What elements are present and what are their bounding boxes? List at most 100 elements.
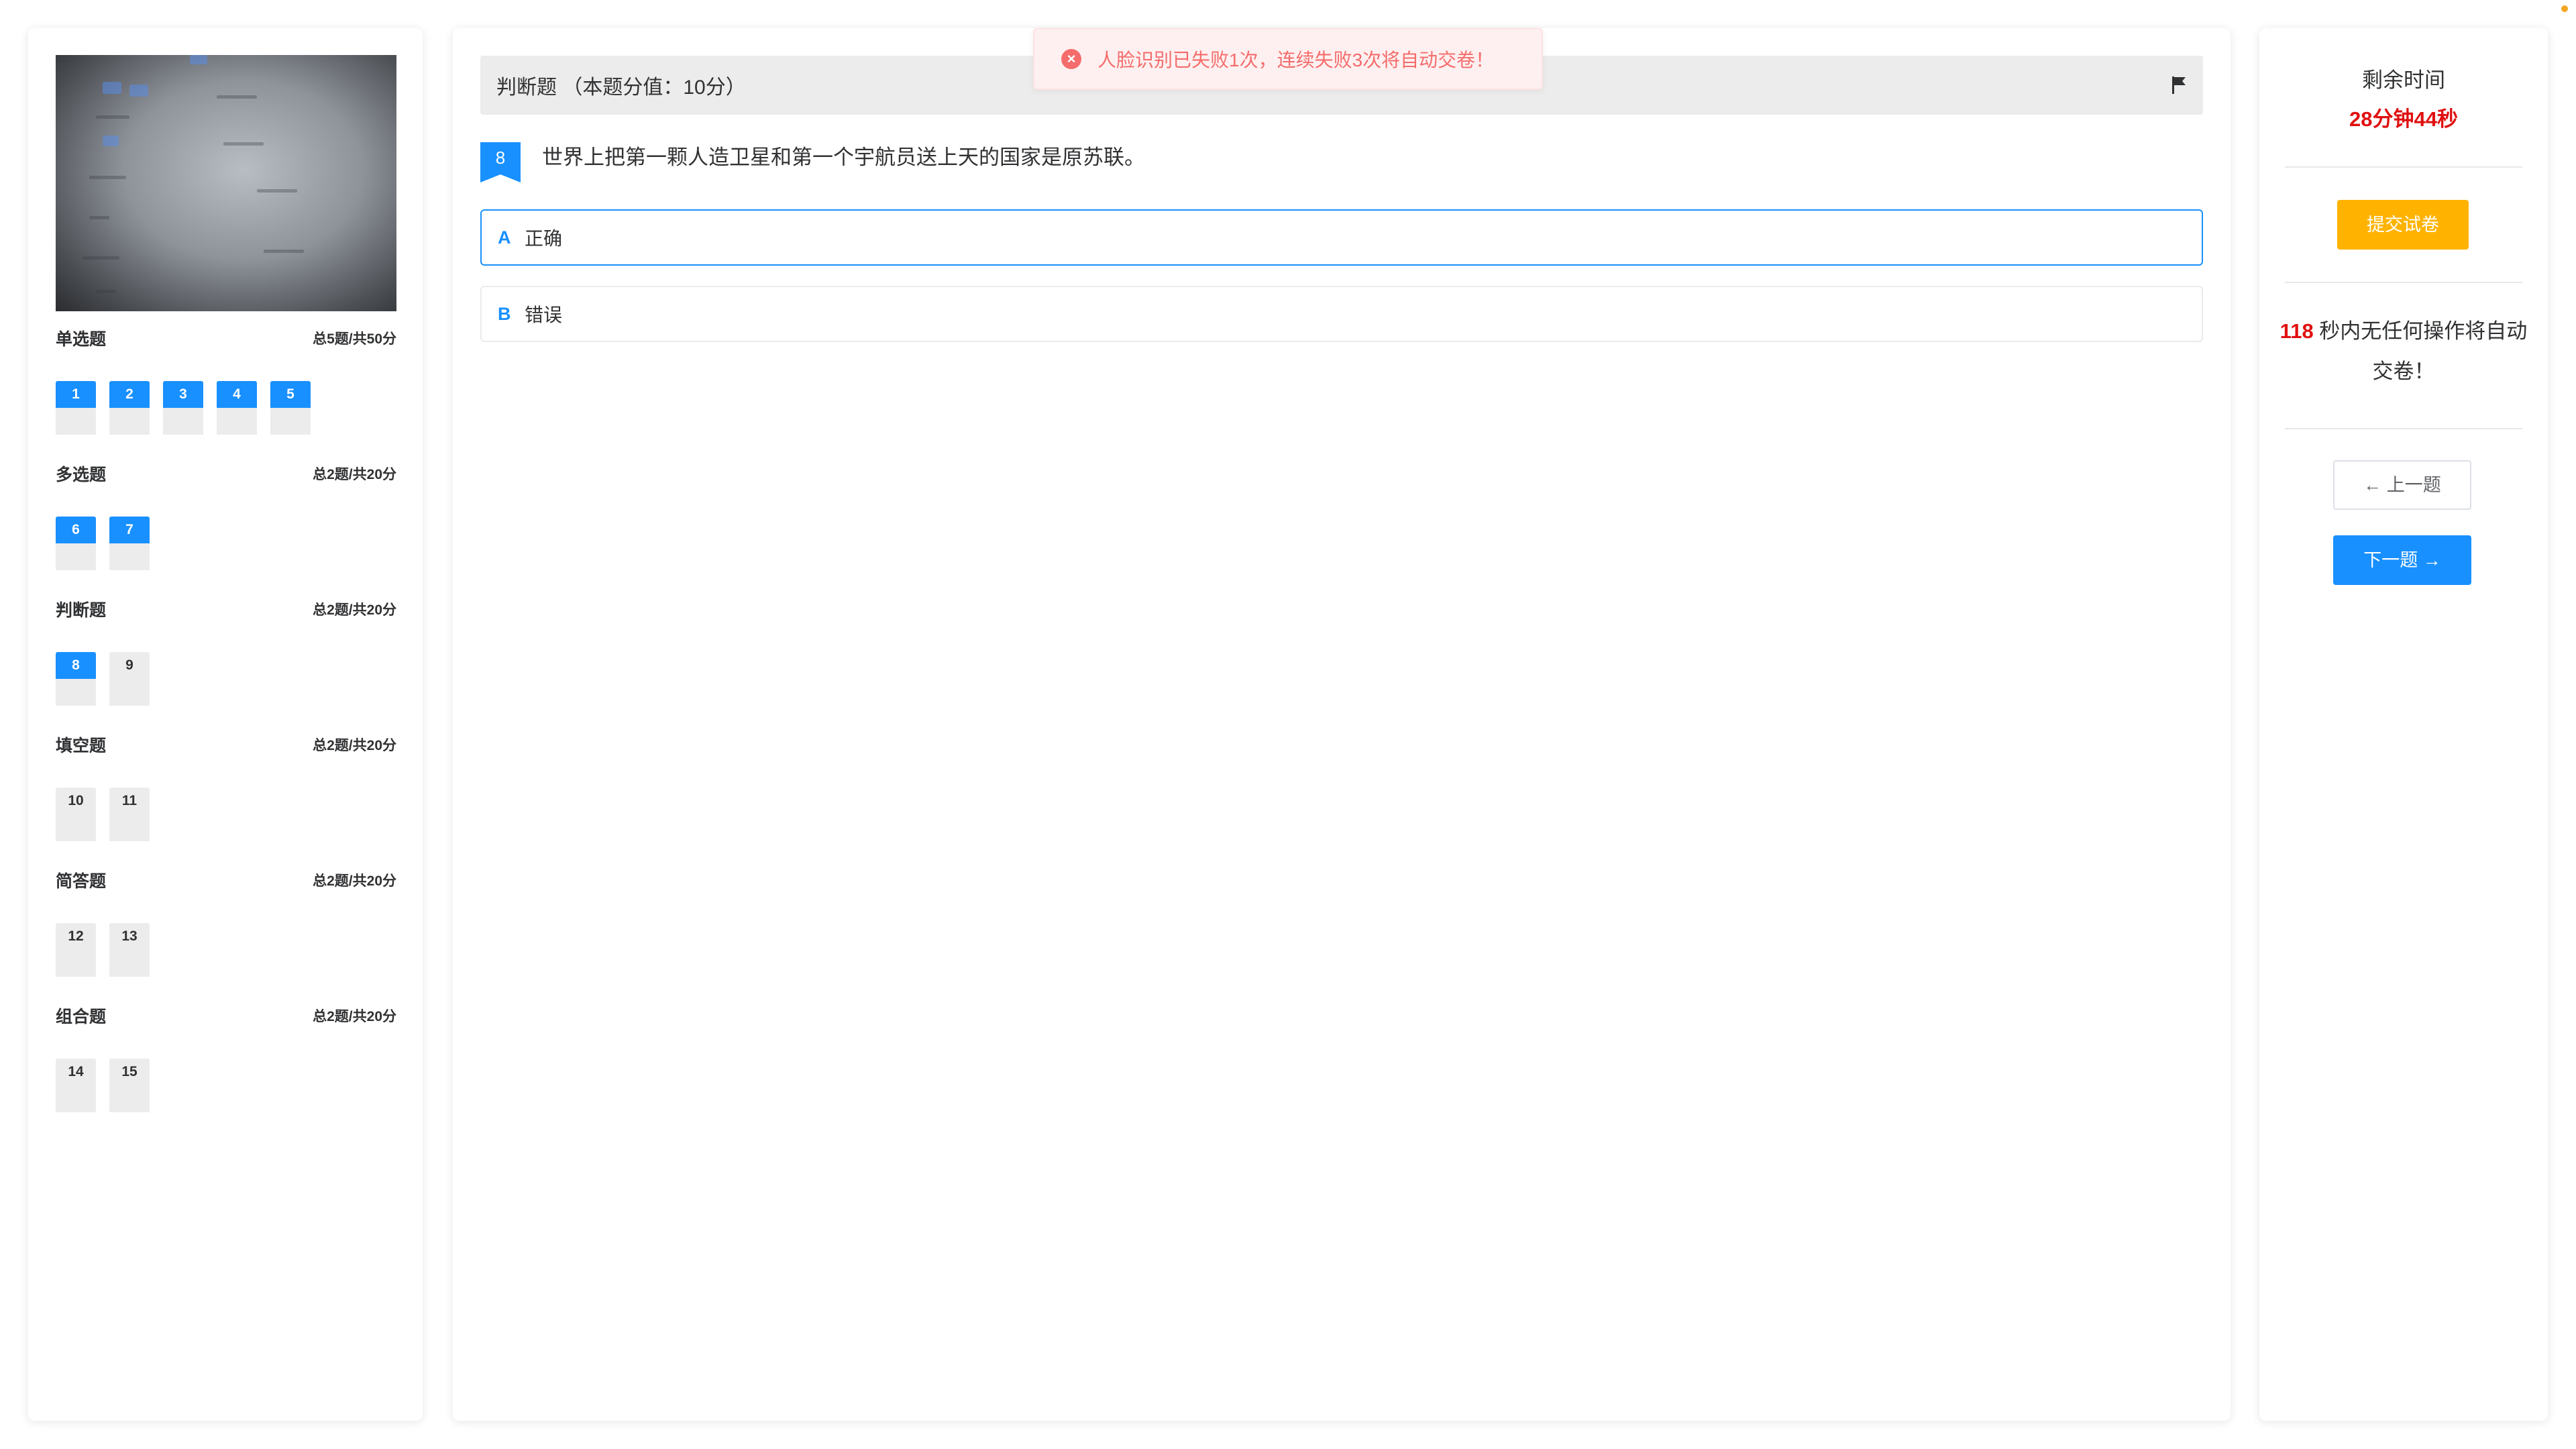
question-number-grid: 89 (56, 652, 396, 706)
next-question-button[interactable]: 下一题 → (2333, 535, 2471, 585)
question-section: 多选题 总2题/共20分 6 7 (56, 460, 396, 570)
question-number-button[interactable]: 14 (56, 1059, 96, 1112)
question-number-button[interactable]: 10 (56, 788, 96, 841)
section-summary: 总2题/共20分 (313, 602, 396, 618)
section-title: 组合题 (56, 1008, 107, 1026)
question-number-button[interactable]: 9 (109, 652, 150, 706)
status-dot (2561, 5, 2568, 12)
question-number-button[interactable]: 8 (56, 652, 96, 706)
question-number-badge: 8 (480, 142, 521, 182)
question-number-label: 7 (109, 517, 150, 543)
question-number-button[interactable]: 1 (56, 381, 96, 435)
question-number-button[interactable]: 15 (109, 1059, 150, 1112)
section-title: 填空题 (56, 737, 107, 755)
section-header: 多选题 总2题/共20分 (56, 460, 396, 487)
question-number-footer (109, 679, 150, 706)
exam-control-panel: 剩余时间 28分钟44秒 提交试卷 118 秒内无任何操作将自动交卷！ ← 上一… (2259, 28, 2548, 1421)
divider (2285, 282, 2522, 283)
option-text: 错误 (525, 305, 563, 325)
webcam-preview (56, 55, 396, 311)
face-recognition-alert: × 人脸识别已失败1次，连续失败3次将自动交卷！ (1033, 28, 1543, 90)
question-number-label: 14 (56, 1059, 96, 1085)
question-number-label: 10 (56, 788, 96, 814)
question-section: 填空题 总2题/共20分 10 11 (56, 731, 396, 841)
question-section: 简答题 总2题/共20分 12 13 (56, 867, 396, 977)
question-number-button[interactable]: 12 (56, 923, 96, 977)
option-text: 正确 (525, 228, 563, 249)
question-panel: 判断题 （本题分值：10分） 8 世界上把第一颗人造卫星和第一个宇航员送上天的国… (453, 28, 2231, 1421)
option-letter: B (498, 303, 511, 324)
section-summary: 总2题/共20分 (313, 738, 396, 753)
question-number-label: 3 (163, 381, 203, 408)
idle-seconds: 118 (2279, 319, 2314, 343)
question-number-footer (163, 408, 203, 435)
question-number-grid: 12 13 (56, 923, 396, 977)
flag-icon[interactable] (2171, 75, 2187, 95)
question-number-label: 11 (109, 788, 150, 814)
question-number-label: 8 (56, 652, 96, 679)
question-number-footer (56, 814, 96, 841)
question-number-button[interactable]: 2 (109, 381, 150, 435)
question-number-label: 1 (56, 381, 96, 408)
option-a[interactable]: A 正确 (480, 209, 2203, 266)
question-stem: 8 世界上把第一颗人造卫星和第一个宇航员送上天的国家是原苏联。 (480, 142, 1145, 182)
question-section: 单选题 总5题/共50分 1 2 3 4 5 (56, 325, 396, 435)
section-summary: 总2题/共20分 (313, 1009, 396, 1024)
section-header: 单选题 总5题/共50分 (56, 325, 396, 352)
section-title: 简答题 (56, 872, 107, 891)
prev-question-button[interactable]: ← 上一题 (2333, 460, 2471, 510)
error-icon: × (1061, 49, 1081, 69)
question-number-label: 9 (109, 652, 150, 679)
section-summary: 总2题/共20分 (313, 467, 396, 482)
section-header: 组合题 总2题/共20分 (56, 1002, 396, 1029)
section-title: 多选题 (56, 466, 107, 484)
question-number-footer (109, 814, 150, 841)
section-header: 简答题 总2题/共20分 (56, 867, 396, 894)
section-header: 填空题 总2题/共20分 (56, 731, 396, 758)
question-number-grid: 12345 (56, 381, 396, 435)
question-number-footer (56, 1085, 96, 1112)
question-number-button[interactable]: 3 (163, 381, 203, 435)
question-number-footer (109, 950, 150, 977)
section-header: 判断题 总2题/共20分 (56, 596, 396, 623)
question-type-title: 判断题 （本题分值：10分） (496, 76, 746, 99)
question-section: 组合题 总2题/共20分 14 15 (56, 1002, 396, 1112)
question-text: 世界上把第一颗人造卫星和第一个宇航员送上天的国家是原苏联。 (542, 146, 1145, 169)
section-summary: 总2题/共20分 (313, 873, 396, 889)
question-number-label: 13 (109, 923, 150, 950)
question-number-button[interactable]: 7 (109, 517, 150, 570)
question-number-footer (56, 679, 96, 706)
question-number-button[interactable]: 4 (217, 381, 257, 435)
question-number-label: 4 (217, 381, 257, 408)
question-number-label: 15 (109, 1059, 150, 1085)
divider (2285, 428, 2522, 429)
question-number-footer (217, 408, 257, 435)
question-number-button[interactable]: 13 (109, 923, 150, 977)
divider (2285, 166, 2522, 168)
timer-value: 28分钟44秒 (2349, 107, 2458, 131)
question-number-label: 2 (109, 381, 150, 408)
question-number-footer (56, 543, 96, 570)
question-navigator-panel: 单选题 总5题/共50分 1 2 3 4 5 多选题 总2题/共20分 6 7 判断题 总2题/共20分… (28, 28, 423, 1421)
timer-label: 剩余时间 (2362, 68, 2445, 92)
submit-exam-button[interactable]: 提交试卷 (2337, 200, 2469, 250)
question-number-label: 5 (270, 381, 311, 408)
question-number-button[interactable]: 11 (109, 788, 150, 841)
section-title: 单选题 (56, 330, 107, 349)
question-number-footer (109, 408, 150, 435)
question-number-grid: 67 (56, 517, 396, 570)
question-number-footer (109, 1085, 150, 1112)
question-number-grid: 10 11 (56, 788, 396, 841)
question-number-button[interactable]: 6 (56, 517, 96, 570)
question-number-footer (109, 543, 150, 570)
idle-warning: 118 秒内无任何操作将自动交卷！ (2279, 311, 2528, 392)
question-number-grid: 14 15 (56, 1059, 396, 1112)
option-b[interactable]: B 错误 (480, 286, 2203, 342)
idle-warning-text: 秒内无任何操作将自动交卷！ (2313, 319, 2528, 383)
question-number-footer (56, 408, 96, 435)
alert-message: 人脸识别已失败1次，连续失败3次将自动交卷！ (1097, 50, 1495, 70)
question-number-label: 6 (56, 517, 96, 543)
question-number-button[interactable]: 5 (270, 381, 311, 435)
question-number-label: 12 (56, 923, 96, 950)
option-letter: A (498, 227, 511, 248)
